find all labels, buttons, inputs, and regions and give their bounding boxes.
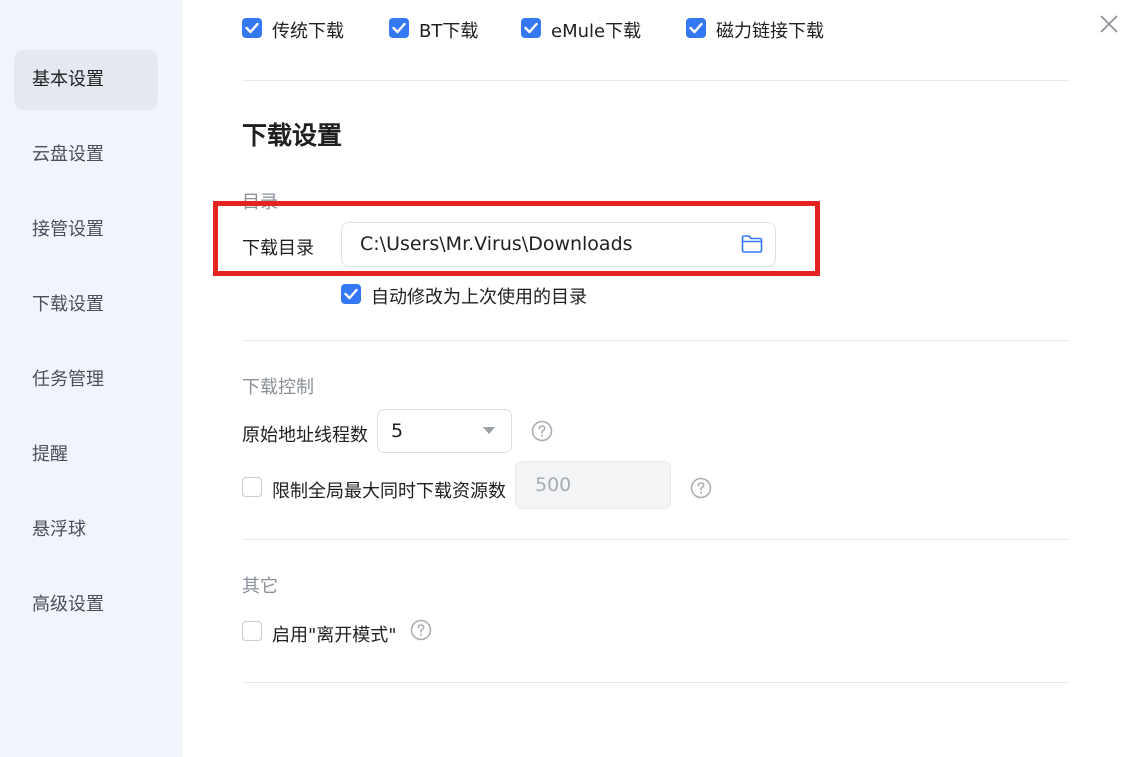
group-title-download-control: 下载控制 — [242, 377, 314, 398]
sidebar-item-floating-ball[interactable]: 悬浮球 — [14, 500, 158, 560]
help-icon[interactable] — [410, 619, 432, 641]
checkmark-icon — [392, 22, 406, 34]
limit-concurrent-checkbox[interactable] — [242, 477, 262, 497]
highlight-box — [213, 201, 820, 276]
chevron-down-icon — [483, 427, 495, 434]
checkmark-icon — [689, 22, 703, 34]
limit-concurrent-label: 限制全局最大同时下载资源数 — [272, 481, 506, 502]
sidebar-item-basic-settings[interactable]: 基本设置 — [14, 50, 158, 110]
magnet-download-label: 磁力链接下载 — [716, 21, 824, 42]
divider — [242, 80, 1070, 81]
sidebar-item-reminders[interactable]: 提醒 — [14, 425, 158, 485]
bt-download-checkbox[interactable] — [389, 18, 409, 38]
checkmark-icon — [344, 288, 358, 300]
emule-download-checkbox[interactable] — [521, 18, 541, 38]
away-mode-label: 启用"离开模式" — [272, 625, 397, 646]
sidebar-item-download-settings[interactable]: 下载设置 — [14, 275, 158, 335]
section-title-download: 下载设置 — [242, 121, 343, 150]
away-mode-checkbox[interactable] — [242, 621, 262, 641]
auto-change-directory-checkbox[interactable] — [341, 284, 361, 304]
traditional-download-checkbox[interactable] — [242, 18, 262, 38]
divider — [242, 340, 1070, 341]
thread-count-label: 原始地址线程数 — [242, 425, 368, 446]
traditional-download-label: 传统下载 — [272, 21, 344, 42]
magnet-download-checkbox[interactable] — [686, 18, 706, 38]
close-icon[interactable] — [1096, 11, 1122, 37]
divider — [242, 539, 1070, 540]
checkmark-icon — [245, 22, 259, 34]
sidebar-item-task-management[interactable]: 任务管理 — [14, 350, 158, 410]
help-icon[interactable] — [690, 477, 712, 499]
thread-count-select[interactable]: 5 — [377, 409, 512, 453]
sidebar-item-cloud-settings[interactable]: 云盘设置 — [14, 125, 158, 185]
thread-count-value: 5 — [391, 420, 404, 442]
help-icon[interactable] — [531, 420, 553, 442]
sidebar-item-takeover-settings[interactable]: 接管设置 — [14, 200, 158, 260]
emule-download-label: eMule下载 — [551, 21, 642, 42]
group-title-other: 其它 — [242, 576, 278, 597]
divider — [242, 682, 1070, 683]
sidebar-item-advanced-settings[interactable]: 高级设置 — [14, 575, 158, 635]
max-concurrent-input[interactable]: 500 — [515, 461, 671, 509]
checkmark-icon — [524, 22, 538, 34]
settings-sidebar: 基本设置 云盘设置 接管设置 下载设置 任务管理 提醒 悬浮球 高级设置 — [0, 0, 182, 757]
auto-change-directory-label: 自动修改为上次使用的目录 — [371, 287, 587, 308]
bt-download-label: BT下载 — [419, 21, 479, 42]
